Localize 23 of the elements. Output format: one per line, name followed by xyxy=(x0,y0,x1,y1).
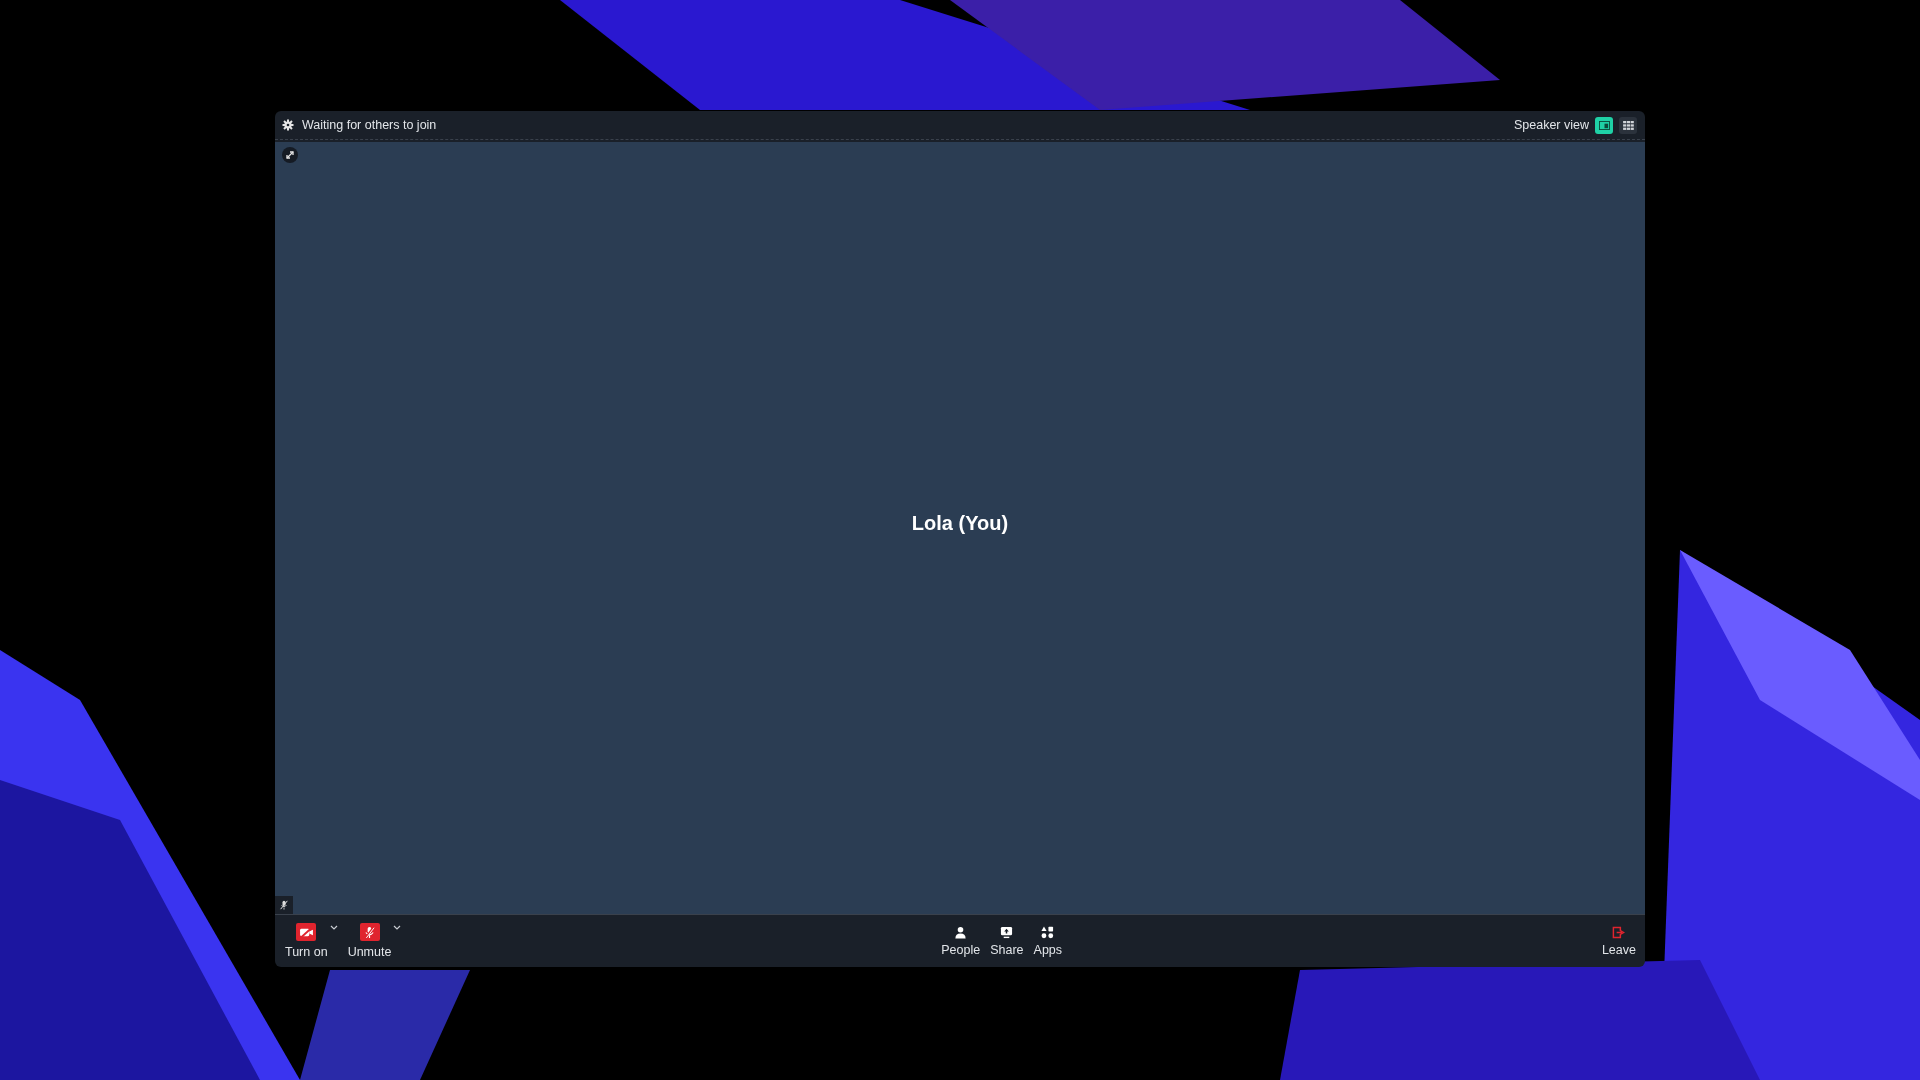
unmute-button[interactable]: Unmute xyxy=(347,923,392,959)
layout-label: Speaker view xyxy=(1513,118,1589,132)
exit-icon xyxy=(1612,925,1626,939)
grid-icon xyxy=(1622,120,1634,130)
speaker-layout-icon xyxy=(1598,120,1610,130)
caret-icon[interactable] xyxy=(329,925,338,930)
person-icon xyxy=(954,925,968,939)
participant-name: Lola (You) xyxy=(911,511,1009,535)
leave-button[interactable]: Leave xyxy=(1601,925,1636,957)
apps-button[interactable]: Apps xyxy=(1033,925,1063,957)
window-title: Waiting for others to join xyxy=(302,118,437,132)
share-screen-icon xyxy=(1000,925,1014,939)
speaker-view-button[interactable] xyxy=(1595,116,1613,134)
caret-icon[interactable] xyxy=(393,925,402,930)
settings-icon[interactable] xyxy=(282,119,294,131)
apps-icon xyxy=(1041,925,1055,939)
mic-off-icon xyxy=(359,923,380,941)
start-video-button[interactable]: Turn on xyxy=(285,923,328,959)
share-button[interactable]: Share xyxy=(990,925,1024,957)
expand-icon[interactable] xyxy=(282,147,298,163)
people-button[interactable]: People xyxy=(941,925,981,957)
camera-off-icon xyxy=(296,923,317,941)
gallery-view-button[interactable] xyxy=(1619,116,1637,134)
